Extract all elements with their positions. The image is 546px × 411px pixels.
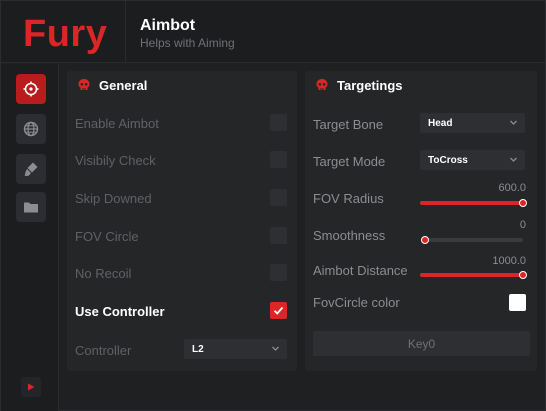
target-bone-select[interactable]: Head — [420, 113, 525, 133]
use-controller-label: Use Controller — [75, 304, 165, 319]
enable-aimbot-label: Enable Aimbot — [75, 116, 159, 131]
smoothness-value: 0 — [519, 219, 526, 231]
smoothness-label: Smoothness — [313, 228, 386, 243]
no-recoil-checkbox[interactable] — [270, 264, 287, 281]
general-panel-header: General — [67, 71, 297, 99]
visibility-check-label: Visibily Check — [75, 153, 156, 168]
logo: Fury — [23, 13, 108, 55]
smoothness-slider-handle[interactable] — [421, 236, 429, 244]
no-recoil-label: No Recoil — [75, 266, 132, 281]
sidebar-item-configs[interactable] — [16, 192, 46, 222]
keybind-button[interactable]: Key0 — [313, 331, 530, 356]
targetings-panel-header: Targetings — [305, 71, 537, 99]
skull-icon — [316, 79, 328, 90]
fov-radius-value: 600.0 — [498, 182, 526, 194]
skip-downed-checkbox[interactable] — [270, 189, 287, 206]
header-divider — [125, 1, 126, 63]
controller-select[interactable]: L2 — [184, 339, 287, 359]
sidebar-item-aimbot[interactable] — [16, 74, 46, 104]
page-title: Aimbot — [140, 17, 196, 34]
sidebar-item-world[interactable] — [16, 114, 46, 144]
sidebar — [1, 64, 59, 411]
fov-radius-slider-fill — [420, 201, 523, 205]
aimbot-distance-slider-handle[interactable] — [519, 271, 527, 279]
globe-icon — [23, 121, 39, 137]
crosshair-icon — [23, 81, 39, 97]
cheat-menu-window: Fury Aimbot Helps with Aiming General En… — [0, 0, 546, 411]
page-subtitle: Helps with Aiming — [140, 36, 235, 50]
chevron-down-icon — [510, 120, 517, 125]
header: Fury Aimbot Helps with Aiming — [1, 1, 545, 63]
target-bone-label: Target Bone — [313, 117, 384, 132]
fov-radius-slider[interactable] — [420, 199, 527, 207]
fov-circle-color-label: FovCircle color — [313, 295, 400, 310]
enable-aimbot-checkbox[interactable] — [270, 114, 287, 131]
fov-circle-label: FOV Circle — [75, 229, 139, 244]
chevron-down-icon — [510, 157, 517, 162]
targetings-panel-title: Targetings — [337, 77, 403, 93]
fov-radius-label: FOV Radius — [313, 191, 384, 206]
fov-circle-checkbox[interactable] — [270, 227, 287, 244]
play-icon — [28, 383, 35, 391]
paint-brush-icon — [24, 162, 38, 176]
sidebar-item-visuals[interactable] — [16, 154, 46, 184]
chevron-down-icon — [272, 346, 279, 351]
controller-select-value: L2 — [192, 343, 204, 355]
checkmark-icon — [273, 306, 284, 315]
aimbot-distance-value: 1000.0 — [492, 255, 526, 267]
skip-downed-label: Skip Downed — [75, 191, 152, 206]
aimbot-distance-slider[interactable] — [420, 271, 527, 279]
visibility-check-checkbox[interactable] — [270, 151, 287, 168]
general-panel-title: General — [99, 77, 148, 93]
target-mode-select-value: ToCross — [428, 154, 468, 166]
aimbot-distance-slider-fill — [420, 273, 523, 277]
fov-radius-slider-handle[interactable] — [519, 199, 527, 207]
skull-icon — [78, 79, 90, 90]
controller-label: Controller — [75, 343, 132, 358]
fov-circle-color-swatch[interactable] — [509, 294, 526, 311]
sidebar-play-button[interactable] — [21, 377, 41, 397]
smoothness-slider[interactable] — [421, 236, 523, 244]
target-mode-label: Target Mode — [313, 154, 386, 169]
target-mode-select[interactable]: ToCross — [420, 150, 525, 170]
aimbot-distance-label: Aimbot Distance — [313, 263, 408, 278]
use-controller-checkbox[interactable] — [270, 302, 287, 319]
folder-icon — [24, 202, 38, 213]
target-bone-select-value: Head — [428, 117, 453, 129]
